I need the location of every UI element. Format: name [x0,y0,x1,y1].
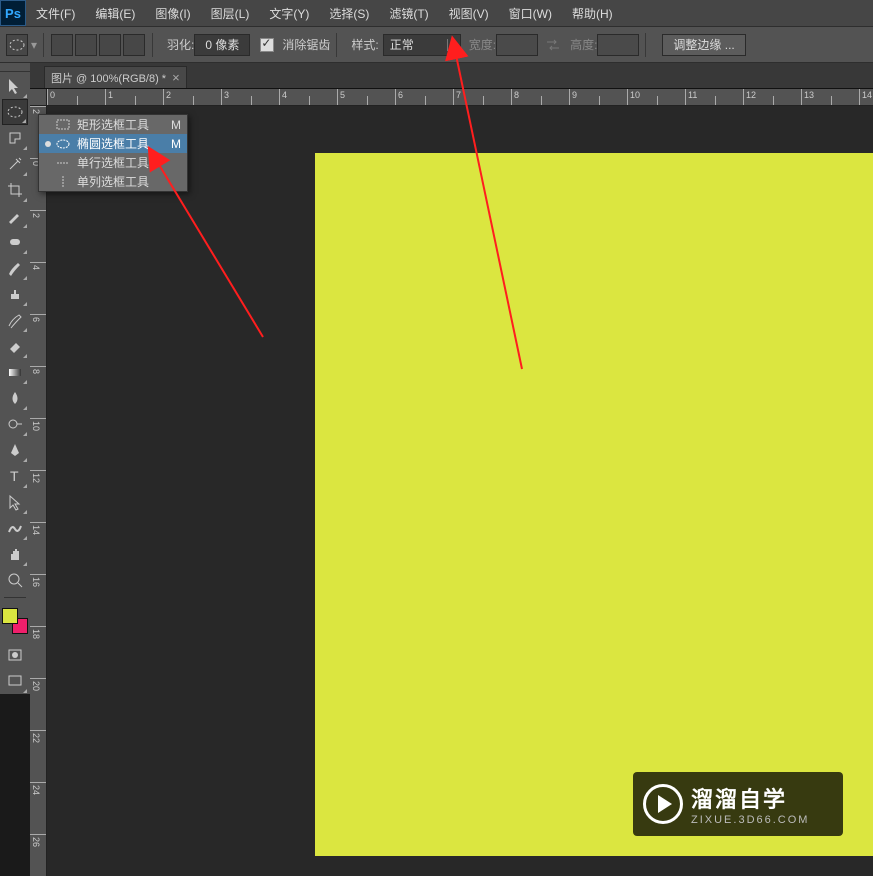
menu-file[interactable]: 文件(F) [26,0,85,26]
close-tab-icon[interactable]: × [172,70,180,85]
marquee-rect-label: 矩形选框工具 [77,116,149,133]
shape-tool[interactable] [2,515,28,541]
eraser-tool[interactable] [2,333,28,359]
blur-tool[interactable] [2,385,28,411]
watermark-title: 溜溜自学 [691,782,809,814]
menu-help[interactable]: 帮助(H) [562,0,623,26]
app-logo: Ps [0,0,26,26]
marquee-row-label: 单行选框工具 [77,154,149,171]
document-tab[interactable]: 图片 @ 100%(RGB/8) * × [44,66,187,88]
svg-text:T: T [10,468,19,484]
watermark-logo-icon [643,784,683,824]
marquee-ellipse-item[interactable]: 椭圆选框工具 M [39,134,187,153]
style-label: 样式: [351,36,378,53]
width-input [496,34,538,56]
marquee-flyout: 矩形选框工具 M 椭圆选框工具 M 单行选框工具 单列选框工具 [38,114,188,192]
width-label: 宽度: [469,36,496,53]
selection-new[interactable] [51,34,73,56]
menu-image[interactable]: 图像(I) [145,0,200,26]
feather-label: 羽化: [167,36,194,53]
menu-select[interactable]: 选择(S) [319,0,379,26]
document-tabbar: 图片 @ 100%(RGB/8) * × [0,63,873,89]
selection-add[interactable] [75,34,97,56]
selection-intersect[interactable] [123,34,145,56]
screenmode-tool[interactable] [2,668,28,694]
selection-sub[interactable] [99,34,121,56]
pen-tool[interactable] [2,437,28,463]
gradient-tool[interactable] [2,359,28,385]
clone-stamp-tool[interactable] [2,281,28,307]
marquee-tool[interactable] [2,99,28,125]
style-select[interactable]: 正常 [383,34,461,56]
watermark: 溜溜自学 ZIXUE.3D66.COM [633,772,843,836]
marquee-rect-key: M [171,118,181,132]
menu-view[interactable]: 视图(V) [439,0,499,26]
eyedropper-tool[interactable] [2,203,28,229]
watermark-url: ZIXUE.3D66.COM [691,814,809,826]
ruler-origin[interactable] [30,89,47,106]
dodge-tool[interactable] [2,411,28,437]
brush-tool[interactable] [2,255,28,281]
marquee-rect-item[interactable]: 矩形选框工具 M [39,115,187,134]
type-tool[interactable]: T [2,463,28,489]
marquee-row-item[interactable]: 单行选框工具 [39,153,187,172]
workspace: 0123456789101112131415161718 20246810121… [30,89,873,876]
menu-layer[interactable]: 图层(L) [201,0,260,26]
col-marquee-icon [55,174,71,190]
crop-tool[interactable] [2,177,28,203]
row-marquee-icon [55,155,71,171]
zoom-tool[interactable] [2,567,28,593]
height-input [597,34,639,56]
marquee-col-item[interactable]: 单列选框工具 [39,172,187,191]
ellipse-marquee-icon [55,136,71,152]
menu-window[interactable]: 窗口(W) [499,0,562,26]
antialias-checkbox[interactable] [260,38,274,52]
marquee-ellipse-key: M [171,137,181,151]
antialias-label: 消除锯齿 [282,36,330,53]
canvas-viewport[interactable] [47,106,873,876]
ruler-vertical[interactable]: 2024681012141618202224262830 [30,106,47,876]
current-tool-icon[interactable] [6,34,28,56]
swap-wh-icon [544,36,562,54]
ruler-horizontal[interactable]: 0123456789101112131415161718 [47,89,873,106]
optionsbar: ▾ 羽化: 消除锯齿 样式: 正常 宽度: 高度: 调整边缘 ... [0,26,873,63]
healing-brush-tool[interactable] [2,229,28,255]
feather-input[interactable] [194,34,250,56]
menu-edit[interactable]: 编辑(E) [85,0,145,26]
hand-tool[interactable] [2,541,28,567]
menubar: Ps 文件(F) 编辑(E) 图像(I) 图层(L) 文字(Y) 选择(S) 滤… [0,0,873,26]
toolbar: T [0,63,30,694]
marquee-ellipse-label: 椭圆选框工具 [77,135,149,152]
color-swatch[interactable] [2,608,28,634]
height-label: 高度: [570,36,597,53]
menu-type[interactable]: 文字(Y) [259,0,319,26]
foreground-color[interactable] [2,608,18,624]
history-brush-tool[interactable] [2,307,28,333]
magic-wand-tool[interactable] [2,151,28,177]
rect-marquee-icon [55,117,71,133]
move-tool[interactable] [2,73,28,99]
ellipse-marquee-icon [8,36,26,54]
refine-edge-button[interactable]: 调整边缘 ... [662,34,745,56]
menu-filter[interactable]: 滤镜(T) [379,0,438,26]
canvas[interactable] [315,153,873,856]
quickmask-tool[interactable] [2,642,28,668]
document-tab-title: 图片 @ 100%(RGB/8) * [51,70,166,86]
marquee-col-label: 单列选框工具 [77,173,149,190]
path-select-tool[interactable] [2,489,28,515]
lasso-tool[interactable] [2,125,28,151]
